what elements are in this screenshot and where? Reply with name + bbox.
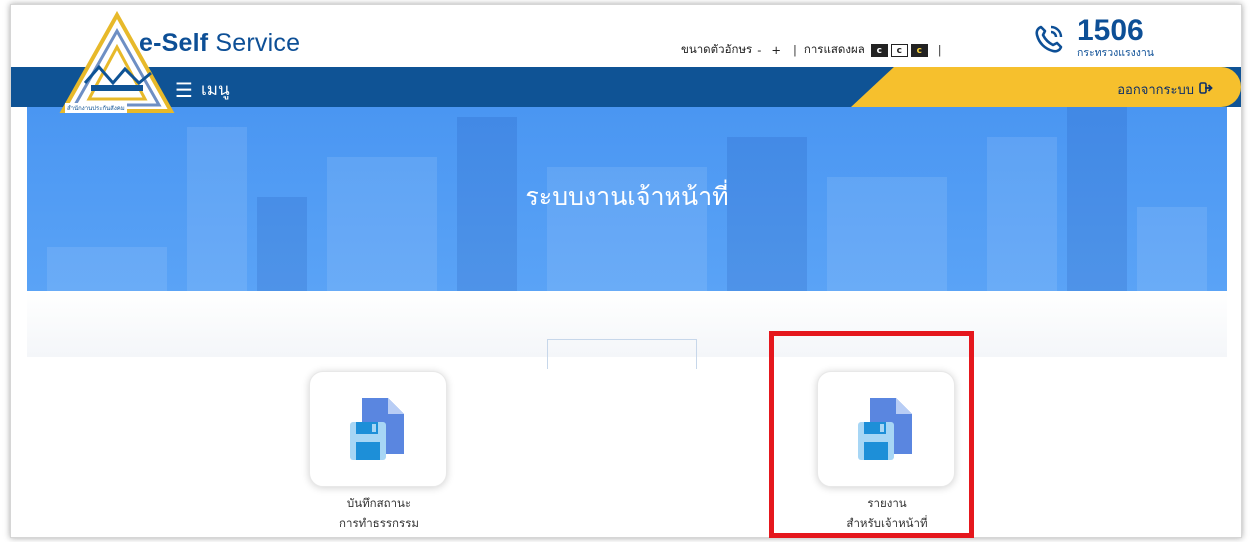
save-document-icon bbox=[350, 398, 404, 460]
decoration bbox=[547, 339, 697, 369]
building-decoration bbox=[47, 247, 167, 291]
navbar: ☰ เมนู ออกจากระบบ bbox=[11, 67, 1241, 107]
banner-footer bbox=[27, 291, 1227, 369]
hotline[interactable]: 1506 กระทรวงแรงงาน bbox=[1029, 14, 1154, 61]
record-transaction-status-card[interactable] bbox=[309, 371, 447, 487]
contrast-options: c c c bbox=[870, 43, 931, 57]
hotline-ministry: กระทรวงแรงงาน bbox=[1077, 47, 1154, 59]
accessibility-controls: ขนาดตัวอักษร - + | การแสดงผล c c c | bbox=[681, 41, 949, 59]
logout-label: ออกจากระบบ bbox=[1117, 83, 1194, 98]
hamburger-icon: ☰ bbox=[175, 77, 193, 102]
divider: | bbox=[937, 43, 942, 57]
sso-logo[interactable]: สำนักงานประกันสังคม bbox=[59, 10, 177, 119]
menu-label: เมนู bbox=[200, 80, 230, 100]
font-increase-button[interactable]: + bbox=[771, 43, 781, 57]
contrast-light-button[interactable]: c bbox=[890, 43, 908, 57]
header: e-Self Service ขนาดตัวอักษร - + | การแสด… bbox=[11, 5, 1241, 67]
record-transaction-status-label: บันทึกสถานะ การทำธรรกรรม bbox=[339, 496, 419, 530]
hotline-text: 1506 กระทรวงแรงงาน bbox=[1077, 14, 1154, 61]
font-decrease-button[interactable]: - bbox=[757, 43, 761, 57]
font-size-label: ขนาดตัวอักษร bbox=[681, 42, 753, 56]
logout-button[interactable]: ออกจากระบบ bbox=[1117, 79, 1213, 100]
display-label: การแสดงผล bbox=[803, 42, 865, 56]
menu-button[interactable]: ☰ เมนู bbox=[175, 76, 230, 103]
phone-icon bbox=[1035, 25, 1063, 53]
app-window: e-Self Service ขนาดตัวอักษร - + | การแสด… bbox=[10, 4, 1242, 538]
building-decoration bbox=[1137, 207, 1207, 291]
logo-caption: สำนักงานประกันสังคม bbox=[65, 103, 127, 113]
divider: | bbox=[793, 43, 797, 57]
highlight-box bbox=[769, 331, 974, 538]
contrast-dark-yellow-button[interactable]: c bbox=[910, 43, 928, 57]
contrast-default-button[interactable]: c bbox=[870, 43, 888, 57]
sign-out-icon bbox=[1199, 81, 1213, 98]
page-title: ระบบงานเจ้าหน้าที่ bbox=[525, 182, 729, 211]
hero-banner: ระบบงานเจ้าหน้าที่ bbox=[27, 107, 1227, 291]
hotline-number: 1506 bbox=[1077, 14, 1144, 47]
